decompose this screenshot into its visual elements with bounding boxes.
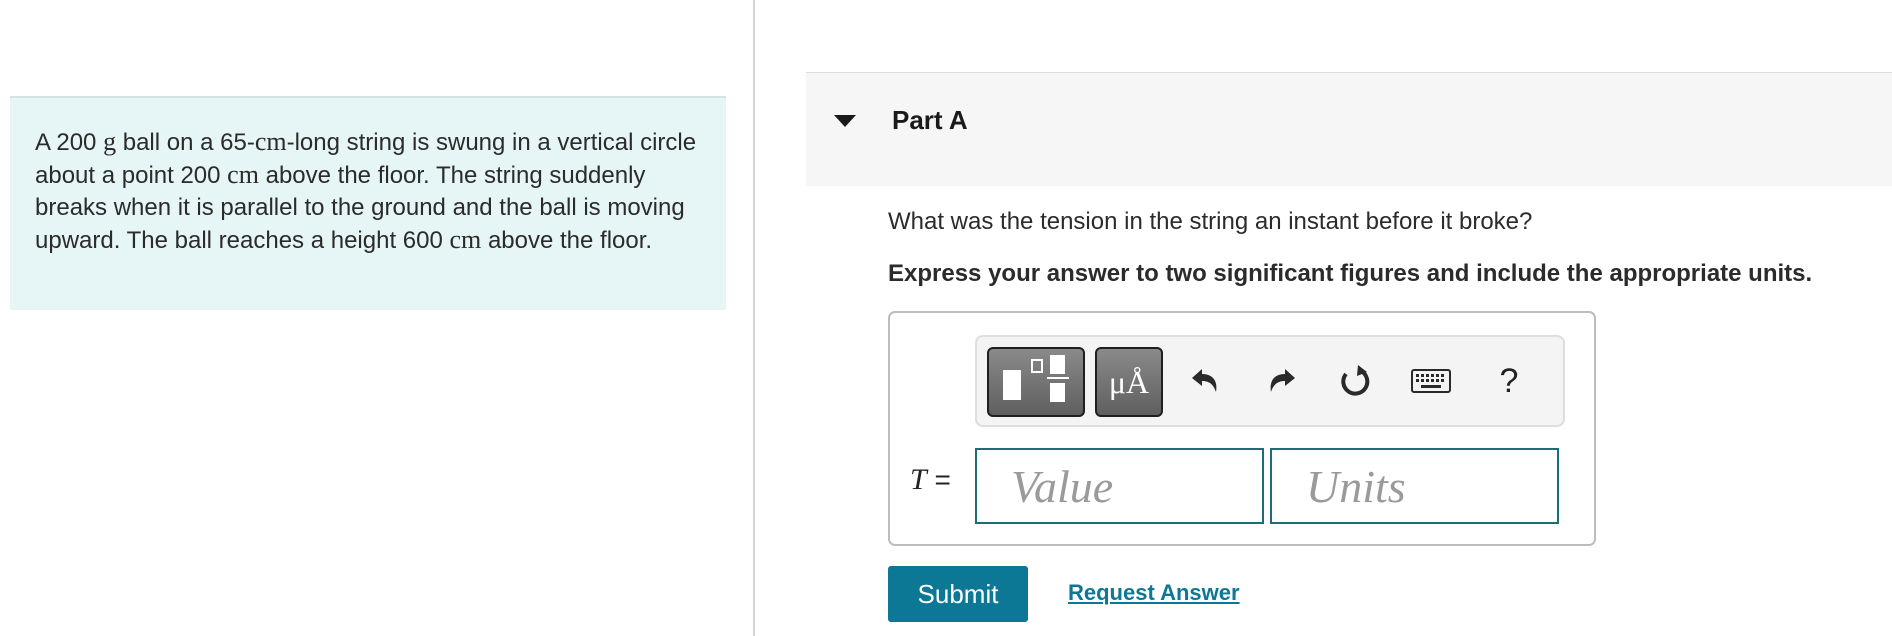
pane-divider bbox=[753, 0, 755, 636]
math-unit: cm bbox=[254, 127, 287, 156]
units-button[interactable]: μÅ bbox=[1095, 347, 1163, 417]
part-title: Part A bbox=[892, 105, 968, 135]
templates-button[interactable] bbox=[987, 347, 1085, 417]
problem-statement-panel: A 200 g ball on a 65-cm-long string is s… bbox=[10, 96, 726, 310]
part-header[interactable]: Part A bbox=[806, 72, 1892, 186]
variable-symbol: T bbox=[910, 463, 927, 496]
request-answer-link[interactable]: Request Answer bbox=[1068, 580, 1240, 606]
reset-icon[interactable] bbox=[1333, 359, 1377, 403]
problem-statement-text: A 200 g ball on a 65-cm-long string is s… bbox=[35, 126, 715, 257]
submit-button[interactable]: Submit bbox=[888, 566, 1028, 622]
instruction-text: Express your answer to two significant f… bbox=[888, 260, 1813, 287]
problem-text-segment: above the floor. bbox=[481, 227, 653, 254]
variable-label: T = bbox=[910, 463, 951, 497]
value-input[interactable] bbox=[975, 448, 1264, 524]
math-toolbar: μÅ ? bbox=[975, 335, 1565, 427]
problem-text-segment: A 200 bbox=[35, 129, 104, 156]
keyboard-icon[interactable] bbox=[1409, 359, 1453, 403]
help-button[interactable]: ? bbox=[1487, 359, 1531, 403]
math-unit: cm bbox=[227, 160, 259, 189]
answer-box: μÅ ? T = Value Units bbox=[888, 311, 1596, 546]
redo-icon[interactable] bbox=[1260, 359, 1304, 403]
math-unit: cm bbox=[449, 225, 482, 254]
collapse-caret-icon[interactable] bbox=[834, 115, 856, 127]
undo-icon[interactable] bbox=[1183, 359, 1227, 403]
units-input[interactable] bbox=[1270, 448, 1559, 524]
question-text: What was the tension in the string an in… bbox=[888, 208, 1533, 235]
math-unit: g bbox=[103, 127, 117, 156]
page: A 200 g ball on a 65-cm-long string is s… bbox=[0, 0, 1892, 636]
equals-sign: = bbox=[934, 464, 951, 495]
problem-text-segment: ball on a 65- bbox=[116, 129, 255, 156]
